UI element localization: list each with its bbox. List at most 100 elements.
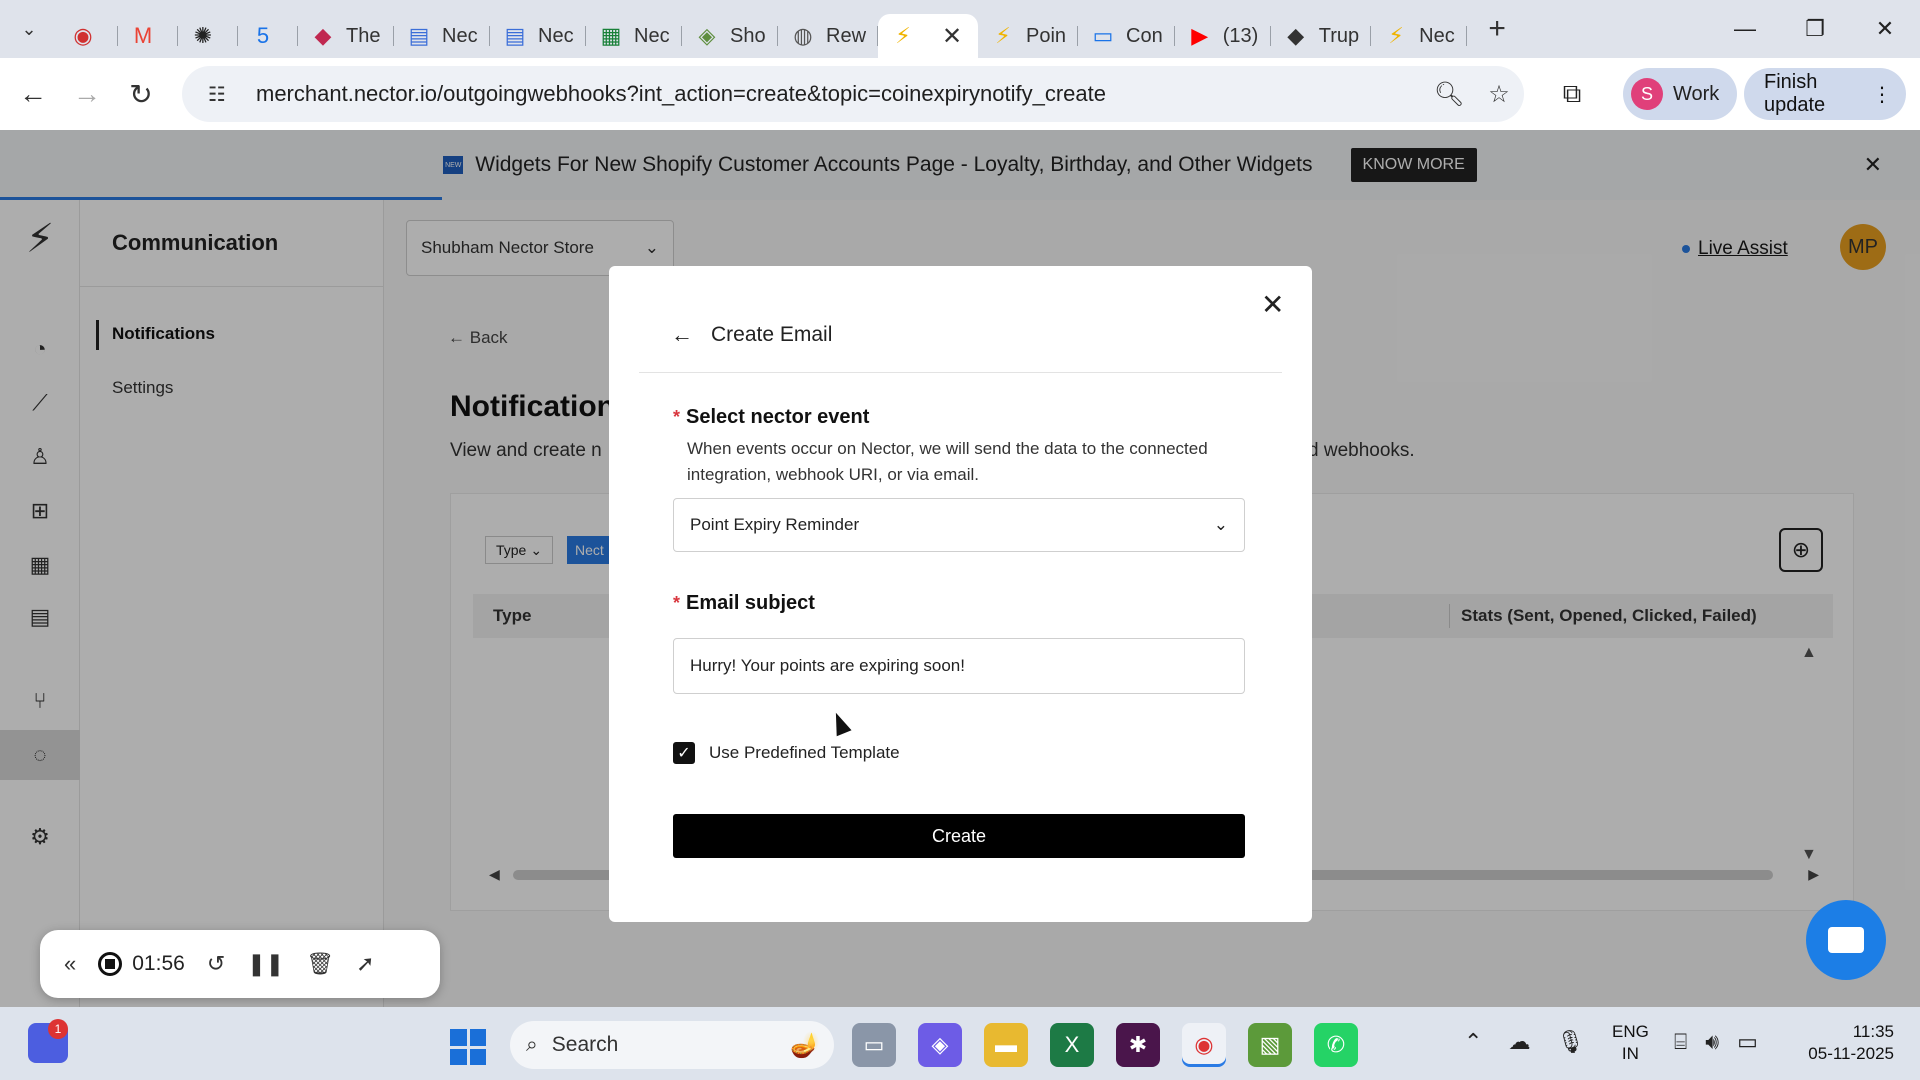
template-label: Use Predefined Template	[709, 743, 900, 762]
tab-label: Rew	[826, 24, 867, 47]
task-view-icon[interactable]: ▭	[852, 1023, 896, 1067]
restore-icon[interactable]: ❐	[1780, 0, 1850, 58]
browser-tab[interactable]: ◉	[58, 14, 118, 58]
file-explorer-icon[interactable]: ▬	[984, 1023, 1028, 1067]
excel-icon[interactable]: X	[1050, 1023, 1094, 1067]
tab-label: Nec	[442, 24, 478, 47]
docs-icon: ▤	[408, 23, 430, 48]
windows-taskbar: 1 ⌕ Search 🪔 ▭ ◈ ▬ X ✱ ◉ ▧ ✆ ⌃ ☁ 🎙︎ ENG …	[0, 1007, 1920, 1080]
email-subject-value: Hurry! Your points are expiring soon!	[690, 656, 965, 675]
tab-label: Sho	[730, 24, 766, 47]
whatsapp-icon[interactable]: ✆	[1314, 1023, 1358, 1067]
browser-tab[interactable]: ⚡ Nec	[1371, 14, 1468, 58]
address-bar[interactable]: ☷ merchant.nector.io/outgoingwebhooks?in…	[182, 66, 1524, 122]
event-select[interactable]: Point Expiry Reminder ⌄	[673, 498, 1245, 552]
url-text[interactable]: merchant.nector.io/outgoingwebhooks?int_…	[242, 81, 1424, 107]
sheets-icon: ▦	[600, 23, 622, 48]
browser-tab[interactable]: ✺	[178, 14, 238, 58]
slack-icon[interactable]: ✱	[1116, 1023, 1160, 1067]
browser-tab[interactable]: ▦ Nec	[586, 14, 682, 58]
browser-tab[interactable]: ◆ Trup	[1271, 14, 1372, 58]
browser-tab[interactable]: ◆ The	[298, 14, 394, 58]
tab-list: ◉ M ✺ 5 ◆ The ▤ Nec ▤ Nec ▦ Nec ◈ Sho ◍ Rew ⚡ ✕ ⚡ Poin ▭ Con ▶…	[58, 0, 1468, 58]
tab-label: Nec	[634, 24, 670, 47]
microphone-icon[interactable]: 🎙︎	[1556, 1029, 1584, 1055]
battery-icon[interactable]: ▭	[1737, 1029, 1758, 1055]
tab-label: Poin	[1026, 24, 1067, 47]
app-icon: ◆	[1287, 23, 1305, 48]
browser-tab[interactable]: ▭ Con	[1078, 14, 1175, 58]
record-timer: 01:56	[132, 952, 185, 975]
windows-start-icon[interactable]	[450, 1029, 486, 1065]
nector-bolt-icon: ⚡	[995, 23, 1011, 48]
tab-label: Nec	[1419, 24, 1455, 47]
modal-title: Create Email	[711, 323, 833, 346]
system-tray: ⌃ ☁ 🎙︎	[1464, 1029, 1584, 1055]
close-window-icon[interactable]: ✕	[1850, 0, 1920, 58]
profile-button[interactable]: S Work	[1623, 68, 1738, 120]
browser-tab[interactable]: ⚡ ✕	[878, 14, 979, 58]
chrome-icon[interactable]: ◉	[1182, 1023, 1226, 1067]
checkmark-icon[interactable]: ✓	[673, 742, 695, 764]
language-indicator[interactable]: ENG IN	[1612, 1021, 1649, 1065]
back-arrow-icon[interactable]: ←	[6, 67, 60, 121]
browser-tab[interactable]: M	[118, 14, 178, 58]
profile-name: Work	[1673, 82, 1720, 105]
chevron-down-icon: ⌄	[1213, 515, 1228, 534]
notification-badge: 1	[48, 1019, 68, 1039]
trash-icon[interactable]: 🗑︎	[306, 951, 334, 977]
modal-close-icon[interactable]: ✕	[1261, 288, 1284, 321]
network-icon[interactable]: ⌸	[1674, 1029, 1687, 1055]
zoom-icon[interactable]: 🔍︎	[1424, 80, 1474, 109]
pointer-icon[interactable]: ➚	[356, 951, 374, 977]
lang-line-2: IN	[1621, 1044, 1639, 1063]
forward-arrow-icon[interactable]: →	[60, 67, 114, 121]
browser-tab[interactable]: ▶ (13)	[1175, 14, 1271, 58]
browser-tab[interactable]: 5	[238, 14, 298, 58]
chatgpt-icon: ✺	[193, 23, 213, 48]
browser-tab[interactable]: ▤ Nec	[394, 14, 490, 58]
site-info-icon[interactable]: ☷	[192, 82, 242, 107]
onedrive-cloud-icon[interactable]: ☁	[1508, 1029, 1530, 1055]
modal-back-arrow-icon[interactable]: ←	[671, 322, 693, 348]
restart-icon[interactable]: ↺	[207, 951, 225, 977]
browser-tab[interactable]: ▤ Nec	[490, 14, 586, 58]
email-subject-input[interactable]: Hurry! Your points are expiring soon!	[673, 638, 1245, 694]
window-controls: — ❐ ✕	[1710, 0, 1920, 58]
new-tab-plus-icon[interactable]: +	[1475, 7, 1519, 51]
system-status-icons: ⌸ 🔊︎ ▭	[1674, 1029, 1758, 1055]
copilot-icon[interactable]: ◈	[918, 1023, 962, 1067]
subject-label-text: Email subject	[686, 592, 815, 614]
browser-tab-strip: ⌄ ◉ M ✺ 5 ◆ The ▤ Nec ▤ Nec ▦ Nec ◈ Sho ◍ Rew ⚡ ✕ ⚡ Poin ▭ Co…	[0, 0, 1920, 58]
taskbar-search[interactable]: ⌕ Search 🪔	[510, 1021, 834, 1069]
kebab-menu-icon[interactable]: ⋮	[1872, 82, 1892, 107]
predefined-template-checkbox[interactable]: ✓ Use Predefined Template	[673, 742, 900, 764]
pause-icon[interactable]: ❚❚	[247, 951, 284, 977]
stop-record-icon[interactable]	[98, 952, 123, 976]
required-asterisk-icon: *	[673, 407, 681, 427]
browser-tab[interactable]: ◈ Sho	[682, 14, 778, 58]
finish-update-label: Finish update	[1764, 71, 1826, 116]
search-label: Search	[551, 1033, 619, 1056]
search-highlight-icon: 🪔	[790, 1031, 820, 1059]
tab-close-icon[interactable]: ✕	[942, 22, 962, 51]
tray-chevron-up-icon[interactable]: ⌃	[1464, 1029, 1482, 1055]
minimize-icon[interactable]: —	[1710, 0, 1780, 58]
tab-label: Con	[1126, 24, 1163, 47]
bookmark-star-icon[interactable]: ☆	[1474, 80, 1524, 109]
tab-label: Trup	[1318, 24, 1360, 47]
image-app-icon[interactable]: ▧	[1248, 1023, 1292, 1067]
tab-label: The	[346, 24, 381, 47]
tab-search-chevron-icon[interactable]: ⌄	[0, 0, 58, 58]
browser-tab[interactable]: ◍ Rew	[778, 14, 879, 58]
chat-support-icon[interactable]	[1806, 900, 1886, 980]
create-button[interactable]: Create	[673, 814, 1245, 858]
browser-tab[interactable]: ⚡ Poin	[978, 14, 1079, 58]
subject-field-label: * Email subject	[673, 592, 815, 615]
system-clock[interactable]: 11:35 05-11-2025	[1794, 1021, 1894, 1065]
finish-update-button[interactable]: Finish update ⋮	[1744, 68, 1906, 120]
collapse-chevrons-icon[interactable]: «	[64, 951, 76, 977]
volume-icon[interactable]: 🔊︎	[1705, 1029, 1719, 1055]
reload-icon[interactable]: ↻	[114, 67, 168, 121]
extensions-puzzle-icon[interactable]: ⧉	[1544, 66, 1600, 122]
